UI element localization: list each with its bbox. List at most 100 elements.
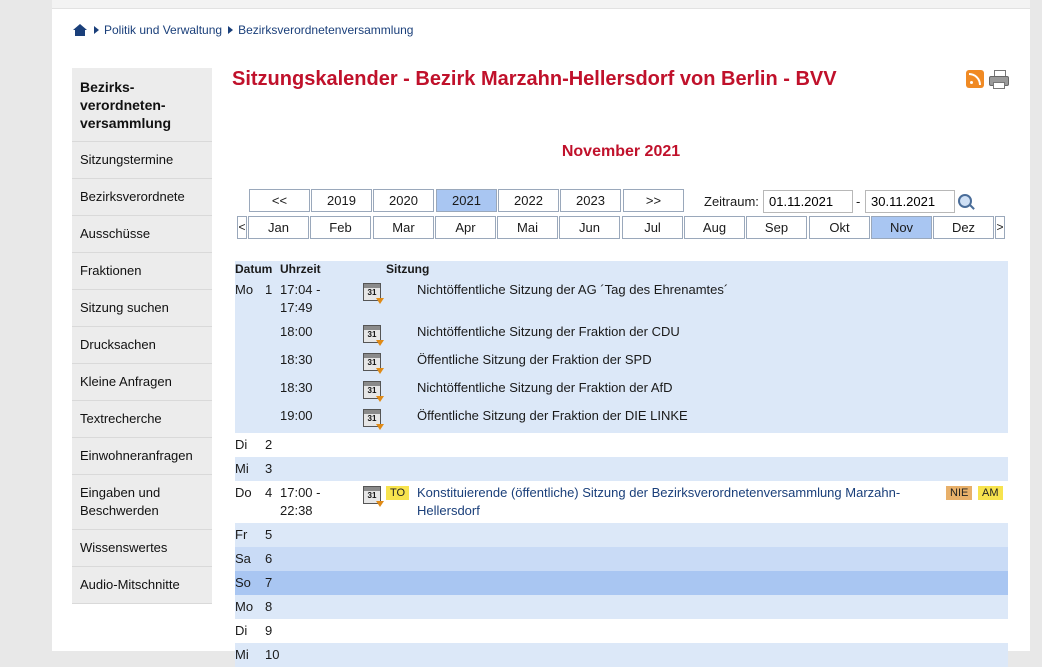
calendar-icon[interactable]: 31 xyxy=(363,325,384,346)
breadcrumb-politik[interactable]: Politik und Verwaltung xyxy=(104,23,222,37)
sidebar-heading-line: verordneten- xyxy=(80,97,166,113)
session-time: 19:00 xyxy=(280,408,313,423)
day-row-10: Mi 10 xyxy=(235,643,1008,667)
session-time: 17:04 - xyxy=(280,282,321,297)
zeitraum-label: Zeitraum: xyxy=(704,194,759,209)
top-bar xyxy=(52,0,1030,9)
session-time: 17:00 - xyxy=(280,485,321,500)
sidebar: Bezirks- verordneten- versammlung Sitzun… xyxy=(72,68,212,604)
rss-icon[interactable] xyxy=(966,70,984,88)
sidebar-heading-line: Bezirks- xyxy=(80,79,135,95)
zeitraum-separator: - xyxy=(856,194,861,209)
month-button-nov[interactable]: Nov xyxy=(871,216,932,239)
year-button-2020[interactable]: 2020 xyxy=(373,189,434,212)
session-time: 18:30 xyxy=(280,380,313,395)
year-button-2022[interactable]: 2022 xyxy=(498,189,559,212)
year-button-2023[interactable]: 2023 xyxy=(560,189,621,212)
header-sitzung: Sitzung xyxy=(386,262,430,276)
day-weekday: So xyxy=(235,575,251,590)
zeitraum-from-input[interactable] xyxy=(763,190,853,213)
sidebar-item-fraktionen[interactable]: Fraktionen xyxy=(72,253,212,290)
day-weekday: Fr xyxy=(235,527,248,542)
header-uhrzeit: Uhrzeit xyxy=(280,262,321,276)
month-heading: November 2021 xyxy=(561,143,681,160)
month-button-mai[interactable]: Mai xyxy=(497,216,558,239)
sidebar-item-sitzung-suchen[interactable]: Sitzung suchen xyxy=(72,290,212,327)
year-prev-button[interactable]: << xyxy=(249,189,310,212)
year-button-2021[interactable]: 2021 xyxy=(436,189,497,212)
session-title-link[interactable]: Konstituierende (öffentliche) Sitzung de… xyxy=(417,484,900,502)
calendar-icon[interactable]: 31 xyxy=(363,283,384,304)
day-number: 4 xyxy=(265,485,273,500)
day-weekday: Sa xyxy=(235,551,251,566)
session-title: Öffentliche Sitzung der Fraktion der SPD xyxy=(417,352,652,367)
month-button-jul[interactable]: Jul xyxy=(622,216,683,239)
session-title-link-cont[interactable]: Hellersdorf xyxy=(417,502,480,520)
calendar-icon[interactable]: 31 xyxy=(363,409,384,430)
year-button-2019[interactable]: 2019 xyxy=(311,189,372,212)
sidebar-item-einwohneranfragen[interactable]: Einwohneranfragen xyxy=(72,438,212,475)
month-button-okt[interactable]: Okt xyxy=(809,216,870,239)
sidebar-item-audio[interactable]: Audio-Mitschnitte xyxy=(72,567,212,604)
day-weekday: Mi xyxy=(235,647,249,662)
sidebar-item-eingaben[interactable]: Eingaben und Beschwerden xyxy=(72,475,212,530)
day-weekday: Mo xyxy=(235,282,254,297)
month-button-aug[interactable]: Aug xyxy=(684,216,745,239)
table-header: Datum Uhrzeit Sitzung xyxy=(235,261,1008,278)
nie-badge[interactable]: NIE xyxy=(946,486,973,500)
day-weekday: Mo xyxy=(235,599,254,614)
month-button-mar[interactable]: Mar xyxy=(373,216,434,239)
calendar-icon[interactable]: 31 xyxy=(363,381,384,402)
am-badge[interactable]: AM xyxy=(978,486,1003,500)
month-button-dez[interactable]: Dez xyxy=(933,216,994,239)
breadcrumb-bvv[interactable]: Bezirksverordnetenversammlung xyxy=(238,23,413,37)
day-weekday: Mi xyxy=(235,461,249,476)
month-button-apr[interactable]: Apr xyxy=(435,216,496,239)
session-title: Nichtöffentliche Sitzung der Fraktion de… xyxy=(417,380,673,395)
month-next-button[interactable]: > xyxy=(995,216,1005,239)
day-weekday: Di xyxy=(235,623,248,638)
calendar-icon[interactable]: 31 xyxy=(363,486,384,507)
session-time-end: 22:38 xyxy=(280,503,313,518)
search-icon[interactable] xyxy=(958,194,972,208)
header-datum: Datum xyxy=(235,262,273,276)
sidebar-item-textrecherche[interactable]: Textrecherche xyxy=(72,401,212,438)
day-number: 5 xyxy=(265,527,273,542)
day-row-5: Fr 5 xyxy=(235,523,1008,547)
zeitraum-to-input[interactable] xyxy=(865,190,955,213)
month-button-jan[interactable]: Jan xyxy=(248,216,309,239)
day-row-7: So 7 xyxy=(235,571,1008,595)
page-title: Sitzungskalender - Bezirk Marzahn-Heller… xyxy=(232,68,837,90)
day-weekday: Di xyxy=(235,437,248,452)
sidebar-item-wissenswertes[interactable]: Wissenswertes xyxy=(72,530,212,567)
sidebar-item-drucksachen[interactable]: Drucksachen xyxy=(72,327,212,364)
page: Politik und Verwaltung Bezirksverordnete… xyxy=(52,0,1030,667)
year-next-button[interactable]: >> xyxy=(623,189,684,212)
day-weekday: Do xyxy=(235,485,252,500)
tagesordnung-badge[interactable]: TO xyxy=(386,486,410,500)
month-prev-button[interactable]: < xyxy=(237,216,247,239)
month-button-feb[interactable]: Feb xyxy=(310,216,371,239)
sidebar-item-kleine-anfragen[interactable]: Kleine Anfragen xyxy=(72,364,212,401)
month-button-sep[interactable]: Sep xyxy=(746,216,807,239)
home-icon[interactable] xyxy=(72,23,88,37)
page-tools xyxy=(966,70,1009,89)
day-number: 7 xyxy=(265,575,273,590)
day-row-6: Sa 6 xyxy=(235,547,1008,571)
calendar-icon[interactable]: 31 xyxy=(363,353,384,374)
breadcrumb-arrow-icon xyxy=(228,26,234,34)
day-number: 3 xyxy=(265,461,273,476)
calendar-table: Datum Uhrzeit Sitzung Mo 1 17:04 - 17:49… xyxy=(235,261,1008,667)
breadcrumb-arrow-icon xyxy=(94,26,99,34)
session-title: Nichtöffentliche Sitzung der Fraktion de… xyxy=(417,324,680,339)
sidebar-item-sitzungstermine[interactable]: Sitzungstermine xyxy=(72,142,212,179)
day-number: 10 xyxy=(265,647,280,662)
session-title: Öffentliche Sitzung der Fraktion der DIE… xyxy=(417,408,688,423)
month-button-jun[interactable]: Jun xyxy=(559,216,620,239)
session-time: 18:30 xyxy=(280,352,313,367)
printer-icon[interactable] xyxy=(989,70,1009,89)
breadcrumb: Politik und Verwaltung Bezirksverordnete… xyxy=(72,22,413,38)
day-number: 8 xyxy=(265,599,273,614)
sidebar-item-bezirksverordnete[interactable]: Bezirksverordnete xyxy=(72,179,212,216)
sidebar-item-ausschuesse[interactable]: Ausschüsse xyxy=(72,216,212,253)
